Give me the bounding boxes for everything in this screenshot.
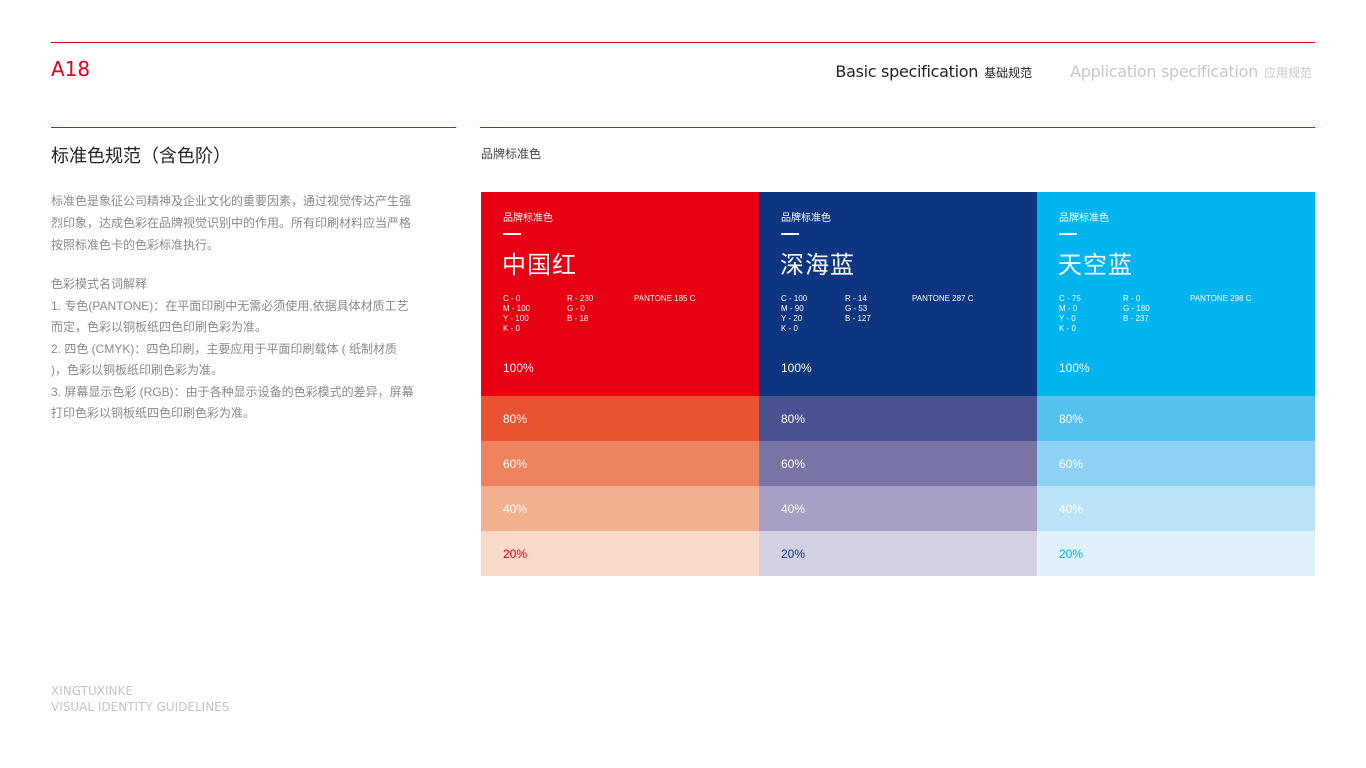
tint-label: 60% <box>1059 456 1084 471</box>
tint-label: 40% <box>781 501 806 516</box>
tint-swatch: 60% <box>1037 441 1315 486</box>
tint-label: 40% <box>1059 501 1084 516</box>
mode-item: 1. 专色(PANTONE)：在平面印刷中无需必须使用,依据具体材质工艺而定，色… <box>51 298 409 335</box>
palette-label: 品牌标准色 <box>481 147 542 161</box>
color-swatch-header: 品牌标准色 深海蓝 C - 100 M - 90 Y - 20 K - 0 R - 1… <box>759 192 1037 351</box>
mode-item: 3. 屏幕显示色彩 (RGB)：由于各种显示设备的色彩模式的差异，屏幕打印色彩以… <box>51 384 414 421</box>
cmyk-value: C - 100 <box>781 294 808 303</box>
tint-swatch: 40% <box>481 486 759 531</box>
tint-swatch: 20% <box>759 531 1037 576</box>
cmyk-value: K - 0 <box>503 324 520 333</box>
tint-swatch: 60% <box>759 441 1037 486</box>
mode-item: 2. 四色 (CMYK)：四色印刷，主要应用于平面印刷载体 ( 纸制材质 )，色… <box>51 341 398 378</box>
cmyk-value: M - 0 <box>1059 304 1078 313</box>
cmyk-value: M - 100 <box>503 304 531 313</box>
swatch-dash <box>1059 233 1077 235</box>
cmyk-values: C - 0M - 100 Y - 100 K - 0 <box>503 294 530 334</box>
tint-label: 100% <box>781 361 812 375</box>
cmyk-values: C - 100 M - 90 Y - 20 K - 0 <box>781 294 807 334</box>
rgb-value: R - 0 <box>1123 294 1141 303</box>
rgb-value: R - 14 <box>845 294 867 303</box>
tint-label: 40% <box>503 501 528 516</box>
nav-label-en: Application specification <box>1070 62 1258 81</box>
color-swatch-header: 品牌标准色 中国红 C - 0M - 100 Y - 100 K - 0 R - 2… <box>481 192 759 351</box>
swatch-tag: 品牌标准色 <box>1059 213 1109 224</box>
pantone-value: PANTONE 287 C <box>912 294 974 303</box>
left-divider <box>51 127 456 128</box>
section-nav: Basic specification 基础规范 Application spe… <box>835 62 1312 81</box>
tint-label: 60% <box>781 456 806 471</box>
tint-swatch: 80% <box>481 396 759 441</box>
rgb-values: R - 14 G - 53 B - 127 <box>845 294 871 324</box>
color-column: 品牌标准色 天空蓝 C - 75 M - 0Y - 0K - 0 R - 0G -… <box>1037 192 1315 576</box>
swatch-tag: 品牌标准色 <box>503 213 553 224</box>
cmyk-value: Y - 20 <box>781 314 803 323</box>
rgb-value: G - 0 <box>567 304 585 313</box>
rgb-value: G - 53 <box>845 304 868 313</box>
tint-swatch: 80% <box>759 396 1037 441</box>
cmyk-value: C - 75 <box>1059 294 1081 303</box>
color-name: 天空蓝 <box>1058 252 1133 279</box>
tint-swatch: 20% <box>481 531 759 576</box>
rgb-values: R - 0G - 180 B - 237 <box>1123 294 1150 324</box>
tint-label: 60% <box>503 456 528 471</box>
color-column: 品牌标准色 深海蓝 C - 100 M - 90 Y - 20 K - 0 R - 1… <box>759 192 1037 576</box>
tint-label: 80% <box>1059 411 1084 426</box>
nav-label-en: Basic specification <box>835 62 979 81</box>
tint-swatch: 40% <box>759 486 1037 531</box>
color-swatch-header: 品牌标准色 天空蓝 C - 75 M - 0Y - 0K - 0 R - 0G -… <box>1037 192 1315 351</box>
cmyk-value: Y - 100 <box>503 314 529 323</box>
tint-label: 100% <box>503 361 534 375</box>
cmyk-value: K - 0 <box>781 324 798 333</box>
color-name: 深海蓝 <box>780 252 855 279</box>
cmyk-values: C - 75 M - 0Y - 0K - 0 <box>1059 294 1081 334</box>
color-palette: 品牌标准色 中国红 C - 0M - 100 Y - 100 K - 0 R - 2… <box>481 192 1315 576</box>
right-divider <box>480 127 1315 128</box>
nav-basic-specification[interactable]: Basic specification 基础规范 <box>835 62 1032 81</box>
footer-brand: XINGTUXINKE <box>51 684 133 698</box>
swatch-tag: 品牌标准色 <box>781 213 831 224</box>
rgb-value: R - 230 <box>567 294 594 303</box>
pantone-value: PANTONE 185 C <box>634 294 696 303</box>
tint-swatch: 80% <box>1037 396 1315 441</box>
rgb-value: B - 18 <box>567 314 589 323</box>
swatch-dash <box>781 233 799 235</box>
cmyk-value: M - 90 <box>781 304 804 313</box>
color-name: 中国红 <box>502 252 577 279</box>
tint-label: 80% <box>503 411 528 426</box>
tint-swatch: 40% <box>1037 486 1315 531</box>
tint-label: 20% <box>503 546 528 561</box>
cmyk-value: Y - 0 <box>1059 314 1076 323</box>
intro-paragraph: 标准色是象征公司精神及企业文化的重要因素，通过视觉传达产生强烈印象，达成色彩在品… <box>51 194 412 252</box>
tint-swatch: 60% <box>481 441 759 486</box>
tint-label: 20% <box>781 546 806 561</box>
footer: XINGTUXINKE VISUAL IDENTITY GUIDELINES <box>51 683 229 715</box>
footer-subtitle: VISUAL IDENTITY GUIDELINES <box>51 700 230 714</box>
nav-application-specification[interactable]: Application specification 应用规范 <box>1070 62 1312 81</box>
page-code: A18 <box>51 57 91 81</box>
top-divider <box>51 42 1315 43</box>
tint-swatch: 20% <box>1037 531 1315 576</box>
cmyk-value: K - 0 <box>1059 324 1076 333</box>
nav-label-cn: 应用规范 <box>1263 66 1312 80</box>
swatch-dash <box>503 233 521 235</box>
nav-label-cn: 基础规范 <box>984 66 1033 80</box>
cmyk-value: C - 0 <box>503 294 521 303</box>
section-title: 标准色规范（含色阶） <box>51 146 231 166</box>
rgb-value: G - 180 <box>1123 304 1150 313</box>
pantone-value: PANTONE 298 C <box>1190 294 1252 303</box>
color-mode-definitions: 色彩模式名词解释 1. 专色(PANTONE)：在平面印刷中无需必须使用,依据具… <box>51 274 416 425</box>
modes-heading: 色彩模式名词解释 <box>51 277 148 291</box>
tint-label: 20% <box>1059 546 1084 561</box>
rgb-value: B - 127 <box>845 314 871 323</box>
tint-label: 100% <box>1059 361 1090 375</box>
rgb-values: R - 230 G - 0B - 18 <box>567 294 593 324</box>
tint-label: 80% <box>781 411 806 426</box>
color-column: 品牌标准色 中国红 C - 0M - 100 Y - 100 K - 0 R - 2… <box>481 192 759 576</box>
rgb-value: B - 237 <box>1123 314 1149 323</box>
